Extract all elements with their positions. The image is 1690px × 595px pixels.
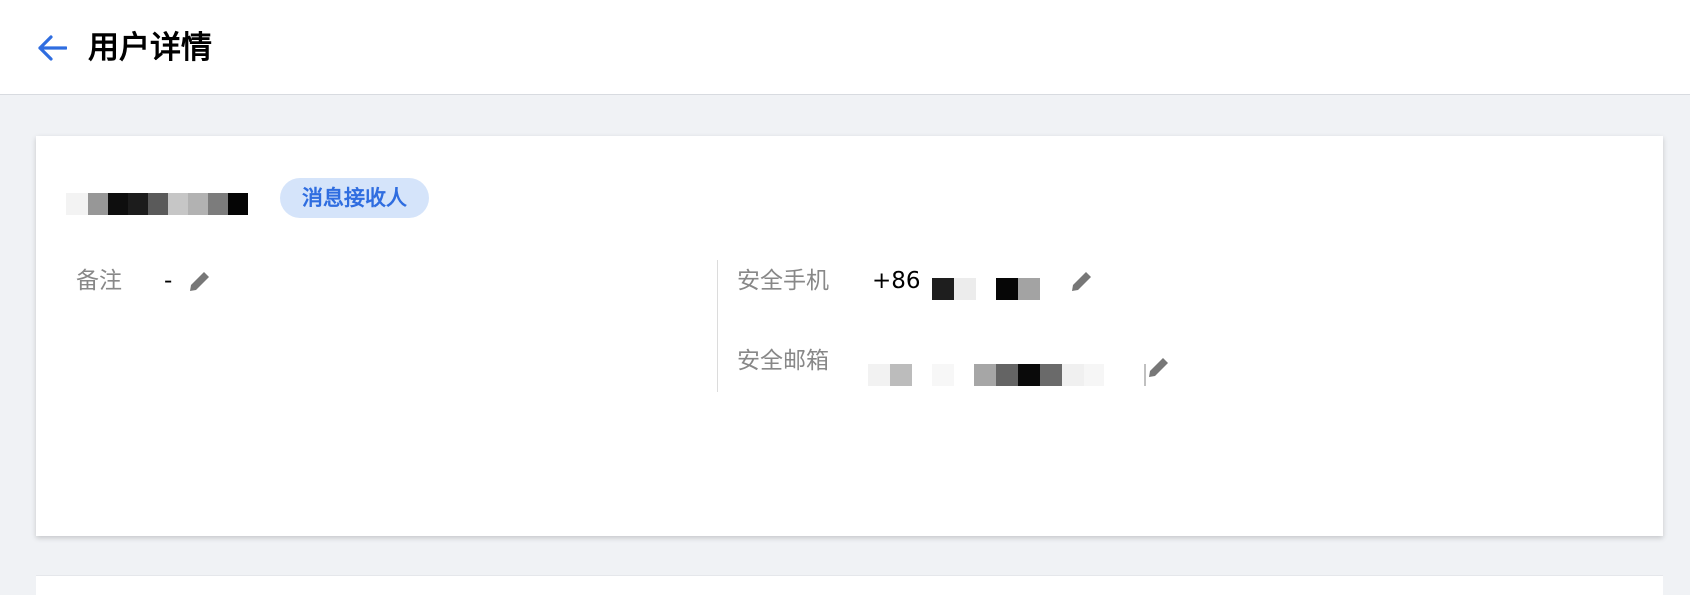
pencil-icon [1149, 355, 1171, 377]
email-masked-part-3 [974, 364, 1104, 386]
user-name-masked [66, 193, 256, 215]
phone-prefix: +86 [872, 268, 921, 294]
pencil-icon [1072, 269, 1094, 291]
email-masked-part-1 [868, 364, 912, 386]
remark-label: 备注 [76, 268, 122, 294]
phone-masked-part-1 [932, 278, 976, 300]
role-tag: 消息接收人 [280, 178, 429, 218]
column-divider [717, 260, 718, 392]
phone-label: 安全手机 [737, 268, 829, 294]
page-header: 用户详情 [0, 0, 1690, 95]
back-button[interactable] [36, 34, 68, 62]
edit-remark-button[interactable] [187, 268, 213, 294]
pencil-icon [190, 269, 212, 291]
phone-masked-part-2 [996, 278, 1040, 300]
next-card-edge [36, 575, 1663, 595]
email-masked-part-2 [932, 364, 954, 386]
email-label: 安全邮箱 [737, 348, 829, 374]
remark-value: - [164, 268, 173, 294]
arrow-left-icon [38, 35, 67, 61]
edit-phone-button[interactable] [1069, 268, 1095, 294]
edit-email-button[interactable] [1146, 354, 1172, 380]
user-info-card: 消息接收人 备注 - 安全手机 +86 安全邮箱 [36, 136, 1663, 536]
page-title: 用户详情 [88, 30, 212, 66]
